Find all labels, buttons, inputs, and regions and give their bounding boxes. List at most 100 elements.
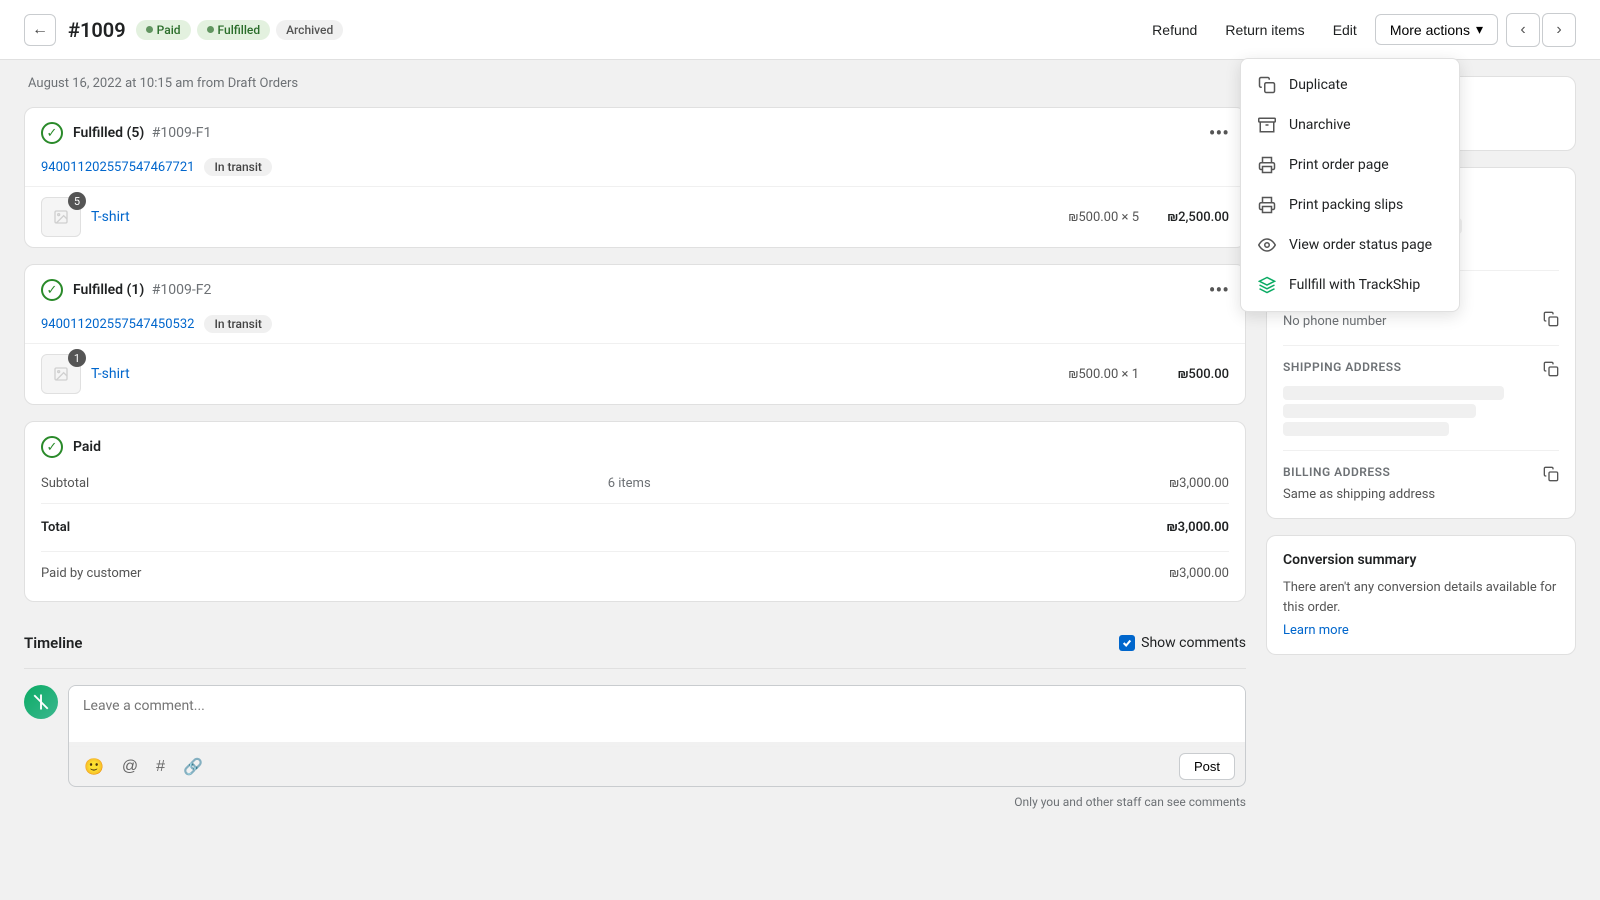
hashtag-button[interactable]: # <box>151 755 170 779</box>
in-transit-badge-1: In transit <box>204 158 271 176</box>
product-total-1: ₪2,500.00 <box>1149 210 1229 225</box>
unarchive-icon <box>1257 115 1277 135</box>
header-actions: Refund Return items Edit More actions ▾ … <box>1142 13 1576 47</box>
left-column: August 16, 2022 at 10:15 am from Draft O… <box>24 76 1246 809</box>
unarchive-option[interactable]: Unarchive <box>1241 105 1459 145</box>
mention-button[interactable]: @ <box>117 755 143 779</box>
quantity-badge-1: 5 <box>68 192 86 210</box>
payment-card: ✓ Paid Subtotal 6 items ₪3,000.00 Total … <box>24 421 1246 602</box>
product-price-1: ₪500.00 × 5 <box>1068 210 1139 225</box>
order-subtitle: August 16, 2022 at 10:15 am from Draft O… <box>24 76 1246 91</box>
next-order-button[interactable]: › <box>1542 13 1576 47</box>
prev-order-button[interactable]: ‹ <box>1506 13 1540 47</box>
shipping-address-label: SHIPPING ADDRESS <box>1283 360 1401 374</box>
billing-same-text: Same as shipping address <box>1283 487 1559 502</box>
conversion-title: Conversion summary <box>1283 552 1559 568</box>
order-number: #1009 <box>68 18 126 42</box>
conversion-card: Conversion summary There aren't any conv… <box>1266 535 1576 655</box>
paid-by-row: Paid by customer ₪3,000.00 <box>41 560 1229 587</box>
billing-address-label: BILLING ADDRESS <box>1283 465 1390 479</box>
fulfillment-1-header: ✓ Fulfilled (5) #1009-F1 ••• <box>25 108 1245 158</box>
comment-input-wrap: 🙂 @ # 🔗 Post <box>68 685 1246 787</box>
post-button[interactable]: Post <box>1179 753 1235 780</box>
copy-contact-icon[interactable] <box>1543 311 1559 331</box>
print-packing-icon <box>1257 195 1277 215</box>
shipping-address-line1 <box>1283 386 1504 400</box>
timeline-title: Timeline <box>24 634 82 652</box>
fulfillment-1-title: Fulfilled (5) #1009-F1 <box>73 125 1199 141</box>
subtotal-row: Subtotal 6 items ₪3,000.00 <box>41 472 1229 495</box>
copy-billing-icon[interactable] <box>1543 466 1559 486</box>
payment-status-title: Paid <box>73 439 101 455</box>
product-row-2: 1 T-shirt ₪500.00 × 1 ₪500.00 <box>25 343 1245 404</box>
fulfilled-2-icon: ✓ <box>41 279 63 301</box>
tracking-number-1-link[interactable]: 940011202557547467721 <box>41 160 194 175</box>
print-icon <box>1257 155 1277 175</box>
staff-note: Only you and other staff can see comment… <box>24 795 1246 809</box>
contact-row: No phone number <box>1283 311 1559 331</box>
product-row-1: 5 T-shirt ₪500.00 × 5 ₪2,500.00 <box>25 186 1245 247</box>
chevron-down-icon: ▾ <box>1476 21 1483 38</box>
emoji-button[interactable]: 🙂 <box>79 754 109 780</box>
fulfillment-card-1: ✓ Fulfilled (5) #1009-F1 ••• 94001120255… <box>24 107 1246 248</box>
comment-toolbar: 🙂 @ # 🔗 Post <box>69 746 1245 786</box>
paid-badge: Paid <box>136 20 191 40</box>
conversion-text: There aren't any conversion details avai… <box>1283 578 1559 617</box>
product-price-2: ₪500.00 × 1 <box>1068 367 1139 382</box>
in-transit-badge-2: In transit <box>204 315 271 333</box>
tracking-number-2-link[interactable]: 940011202557547450532 <box>41 317 194 332</box>
show-comments-wrap: Show comments <box>1119 635 1246 651</box>
payment-header: ✓ Paid <box>41 436 1229 458</box>
more-actions-button[interactable]: More actions ▾ <box>1375 14 1498 45</box>
timeline-section: Timeline Show comments <box>24 618 1246 809</box>
fulfillment-card-2: ✓ Fulfilled (1) #1009-F2 ••• 94001120255… <box>24 264 1246 405</box>
trackship-option[interactable]: Fullfill with TrackShip <box>1241 265 1459 305</box>
refund-button[interactable]: Refund <box>1142 16 1207 44</box>
duplicate-icon <box>1257 75 1277 95</box>
total-row: Total ₪3,000.00 <box>41 512 1229 543</box>
comment-box: 🙂 @ # 🔗 Post <box>24 685 1246 787</box>
product-image-1: 5 <box>41 197 81 237</box>
paid-dot <box>146 26 153 33</box>
back-button[interactable]: ← <box>24 14 56 46</box>
show-comments-label: Show comments <box>1141 635 1246 651</box>
comment-input[interactable] <box>69 686 1245 742</box>
eye-icon <box>1257 235 1277 255</box>
payment-section: ✓ Paid Subtotal 6 items ₪3,000.00 Total … <box>25 422 1245 601</box>
shipping-address-line2 <box>1283 404 1476 418</box>
return-items-button[interactable]: Return items <box>1215 16 1314 44</box>
shipping-address-line3 <box>1283 422 1449 436</box>
product-name-2-link[interactable]: T-shirt <box>91 366 1058 382</box>
fulfillment-2-header: ✓ Fulfilled (1) #1009-F2 ••• <box>25 265 1245 315</box>
archived-badge: Archived <box>276 20 343 40</box>
fulfilled-badge: Fulfilled <box>197 20 271 40</box>
fulfillment-2-title: Fulfilled (1) #1009-F2 <box>73 282 1199 298</box>
trackship-icon <box>1257 275 1277 295</box>
no-phone-text: No phone number <box>1283 314 1386 329</box>
edit-button[interactable]: Edit <box>1323 16 1367 44</box>
quantity-badge-2: 1 <box>68 349 86 367</box>
top-bar: ← #1009 Paid Fulfilled Archived Refund R… <box>0 0 1600 60</box>
tracking-row-1: 940011202557547467721 In transit <box>25 158 1245 186</box>
nav-arrows: ‹ › <box>1506 13 1576 47</box>
view-order-status-option[interactable]: View order status page <box>1241 225 1459 265</box>
show-comments-checkbox[interactable] <box>1119 635 1135 651</box>
product-total-2: ₪500.00 <box>1149 367 1229 382</box>
product-name-1-link[interactable]: T-shirt <box>91 209 1058 225</box>
fulfillment-2-more-button[interactable]: ••• <box>1209 280 1229 300</box>
user-avatar <box>24 685 58 719</box>
copy-shipping-icon[interactable] <box>1543 361 1559 381</box>
fulfilled-dot <box>207 26 214 33</box>
link-button[interactable]: 🔗 <box>178 754 208 780</box>
duplicate-option[interactable]: Duplicate <box>1241 65 1459 105</box>
learn-more-link[interactable]: Learn more <box>1283 623 1349 638</box>
product-image-2: 1 <box>41 354 81 394</box>
more-actions-dropdown: Duplicate Unarchive Print order page Pri… <box>1240 58 1460 312</box>
print-order-option[interactable]: Print order page <box>1241 145 1459 185</box>
print-packing-option[interactable]: Print packing slips <box>1241 185 1459 225</box>
tracking-row-2: 940011202557547450532 In transit <box>25 315 1245 343</box>
payment-status-icon: ✓ <box>41 436 63 458</box>
fulfillment-1-more-button[interactable]: ••• <box>1209 123 1229 143</box>
timeline-header: Timeline Show comments <box>24 634 1246 652</box>
fulfilled-1-icon: ✓ <box>41 122 63 144</box>
